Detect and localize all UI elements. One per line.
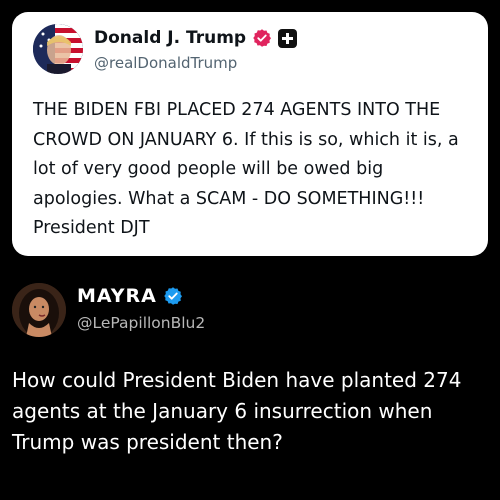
plus-icon (278, 28, 298, 48)
author-handle[interactable]: @realDonaldTrump (94, 54, 237, 72)
author-avatar[interactable] (33, 24, 83, 74)
flag-avatar-icon (33, 24, 83, 74)
author-name-row: Donald J. Trump (94, 28, 298, 48)
quoted-post-card[interactable]: Donald J. Trump @realDonaldTrump THE BID… (12, 12, 488, 256)
reply-author-name-row: MAYRA (77, 285, 183, 307)
author-name[interactable]: Donald J. Trump (94, 28, 246, 48)
verified-badge-icon (164, 287, 182, 305)
reply-author-name[interactable]: MAYRA (77, 285, 157, 307)
reply-post-text: How could President Biden have planted 2… (12, 368, 462, 454)
post-text: THE BIDEN FBI PLACED 274 AGENTS INTO THE… (33, 100, 459, 238)
reply-author-avatar[interactable] (12, 283, 66, 337)
verified-badge-icon (253, 29, 272, 47)
reply-author-handle[interactable]: @LePapillonBlu2 (77, 314, 205, 332)
avatar-icon (12, 283, 66, 337)
